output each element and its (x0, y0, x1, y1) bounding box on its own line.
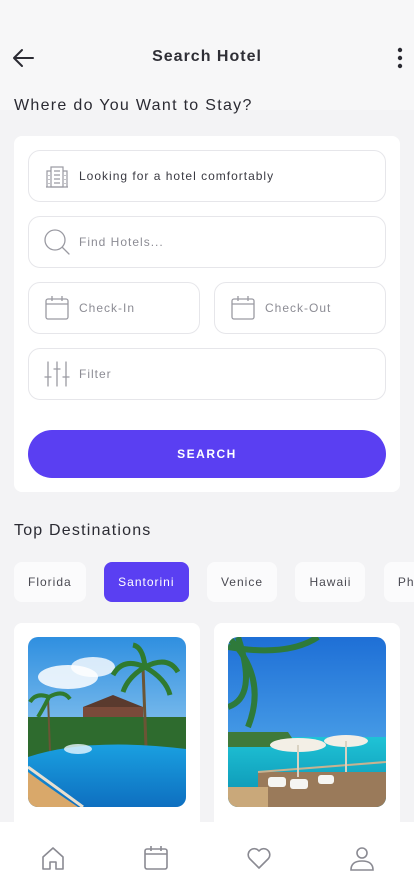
search-form-card: Looking for a hotel comfortably Find Hot… (14, 136, 400, 492)
chip-florida[interactable]: Florida (14, 562, 86, 602)
destination-chips: Florida Santorini Venice Hawaii Phu (14, 562, 414, 604)
profile-icon[interactable] (348, 844, 376, 872)
chip-venice[interactable]: Venice (206, 562, 277, 602)
top-destinations-title: Top Destinations (14, 522, 152, 539)
hotel-photo-beach-deck (228, 637, 386, 807)
hotel-photo-resort-pool (28, 637, 186, 807)
filter-placeholder: Filter (79, 367, 112, 381)
more-vertical-icon[interactable] (396, 45, 404, 71)
check-in-field[interactable]: Check-In (28, 282, 200, 334)
find-hotels-input[interactable]: Find Hotels... (28, 216, 386, 268)
check-out-field[interactable]: Check-Out (214, 282, 386, 334)
chip-phu[interactable]: Phu (383, 562, 414, 602)
check-in-placeholder: Check-In (79, 301, 136, 315)
chip-santorini[interactable]: Santorini (104, 562, 189, 602)
hotel-card[interactable] (14, 623, 200, 853)
hotel-card[interactable] (214, 623, 400, 853)
hotel-type-value: Looking for a hotel comfortably (79, 169, 275, 183)
hotel-building-icon (46, 166, 68, 188)
heart-icon[interactable] (245, 844, 273, 872)
home-icon[interactable] (39, 844, 67, 872)
find-hotels-placeholder: Find Hotels... (79, 235, 164, 249)
page-title: Search Hotel (152, 48, 262, 65)
hotel-type-field[interactable]: Looking for a hotel comfortably (28, 150, 386, 202)
sliders-icon (44, 361, 70, 387)
header: Search Hotel (0, 0, 414, 110)
calendar-icon[interactable] (142, 844, 170, 872)
check-out-placeholder: Check-Out (265, 301, 332, 315)
calendar-icon (45, 296, 69, 320)
filter-field[interactable]: Filter (28, 348, 386, 400)
calendar-icon (231, 296, 255, 320)
section-question: Where do You Want to Stay? (14, 97, 253, 114)
chip-hawaii[interactable]: Hawaii (295, 562, 366, 602)
search-icon (44, 229, 70, 255)
search-button[interactable]: SEARCH (28, 430, 386, 478)
bottom-tab-bar (0, 822, 414, 896)
